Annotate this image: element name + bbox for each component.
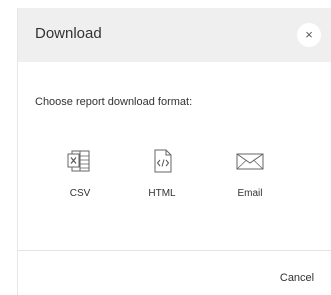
cancel-button[interactable]: Cancel (272, 265, 322, 291)
download-dialog: Download × Choose report download format… (17, 8, 331, 295)
csv-file-icon (67, 150, 90, 172)
close-icon: × (305, 27, 313, 42)
dialog-header: Download × (18, 8, 331, 62)
csv-label: CSV (69, 188, 91, 199)
email-option[interactable]: Email (222, 148, 278, 199)
format-prompt: Choose report download format: (35, 96, 193, 108)
download-csv-option[interactable]: CSV (52, 148, 108, 199)
html-file-icon (154, 149, 172, 173)
footer-divider (18, 250, 331, 251)
close-button[interactable]: × (297, 23, 321, 47)
download-html-option[interactable]: HTML (134, 148, 190, 199)
envelope-icon (236, 153, 264, 170)
html-label: HTML (148, 188, 176, 199)
dialog-title: Download (35, 25, 102, 42)
email-label: Email (237, 188, 263, 199)
